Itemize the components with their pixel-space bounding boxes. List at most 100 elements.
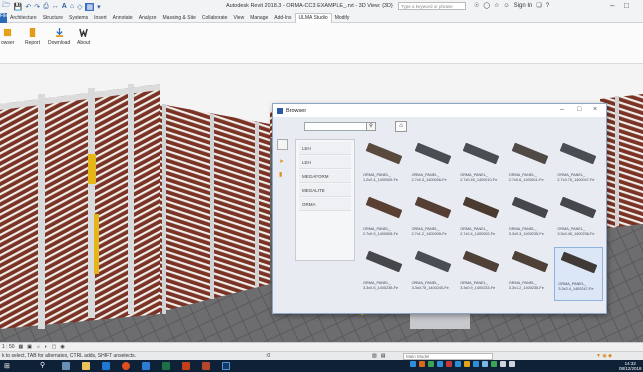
family-item[interactable]: ORMA_PANEL_ 3.3x0.9_1400233-Fe — [457, 247, 506, 301]
category-item[interactable]: LEH — [299, 142, 351, 155]
folder-icon[interactable]: ▮ — [279, 171, 284, 178]
taskbar-clock[interactable]: 14:32 08/12/2018 — [619, 361, 642, 371]
download-button[interactable]: Download — [48, 28, 70, 46]
family-item[interactable]: ORMA_PANEL_ 2.7x2.4_1400002-Fe — [457, 193, 506, 247]
open-icon[interactable]: 🗁 — [2, 1, 11, 12]
family-item[interactable]: ORMA_PANEL_ 1.2x2.4_1400005-Fe — [360, 139, 409, 193]
tray-app-icon[interactable] — [437, 361, 443, 367]
tray-app-icon[interactable] — [473, 361, 479, 367]
tab-collaborate[interactable]: Collaborate — [199, 15, 231, 21]
category-item[interactable]: LEH — [299, 156, 351, 169]
undo-icon[interactable]: ↶ — [25, 3, 31, 11]
print-icon[interactable]: ⎙ — [43, 3, 49, 11]
grid-view-button[interactable] — [277, 139, 288, 150]
redo-icon[interactable]: ↷ — [34, 3, 40, 11]
edge-icon[interactable] — [102, 362, 110, 370]
text-icon[interactable]: A — [62, 3, 67, 10]
chrome-icon[interactable] — [122, 362, 130, 370]
category-item[interactable]: MEGAFORM — [299, 170, 351, 183]
tab-file[interactable]: File — [0, 12, 8, 23]
tab-manage[interactable]: Manage — [247, 15, 271, 21]
shadows-icon[interactable]: ◐ — [45, 344, 48, 350]
family-item[interactable]: ORMA_PANEL_ 2.7x0.45_1400010-Fe — [457, 139, 506, 193]
restore-icon[interactable]: □ — [624, 1, 629, 10]
sign-in-link[interactable]: Sign In — [514, 3, 533, 9]
measure-icon[interactable]: ↔ — [52, 3, 59, 10]
cart-icon[interactable]: ❏ — [536, 2, 541, 9]
family-item[interactable]: ORMA_PANEL_ 3.3x0.45_1400236-Fe — [554, 193, 603, 247]
word-icon[interactable] — [142, 362, 150, 370]
view-scale[interactable]: 1 : 50 — [2, 344, 15, 350]
tray-app-icon[interactable] — [419, 361, 425, 367]
tab-view[interactable]: View — [230, 15, 247, 21]
start-icon[interactable]: ⊞ — [4, 362, 10, 370]
revit-icon[interactable] — [222, 362, 230, 370]
category-item[interactable]: MEGALITE — [299, 184, 351, 197]
visual-style-icon[interactable]: ▣ — [27, 344, 32, 350]
family-item[interactable]: ORMA_PANEL_ 3.3x2.4_1400247-Fe — [554, 247, 603, 301]
volume-icon[interactable] — [500, 361, 506, 367]
tab-ulma-studio[interactable]: ULMA Studio — [294, 12, 332, 23]
selection-icons[interactable]: ▼ ◉ ◆ — [596, 352, 612, 360]
home-button[interactable]: ⌂ — [395, 121, 407, 132]
tray-app-icon[interactable] — [410, 361, 416, 367]
search-input[interactable]: Type a keyword or phrase — [398, 2, 466, 10]
crop-view-icon[interactable]: ▢ — [52, 344, 57, 350]
family-item[interactable]: ORMA_PANEL_ 2.7x0.75_1400047-Fe — [554, 139, 603, 193]
family-item[interactable]: ORMA_PANEL_ 3.3x0.3_1400235-Fe — [506, 193, 555, 247]
outlook-icon[interactable] — [202, 362, 210, 370]
hide-isolate-icon[interactable]: ◉ — [60, 344, 64, 350]
tray-app-icon[interactable] — [428, 361, 434, 367]
family-item[interactable]: ORMA_PANEL_ 2.7x0.3_1400006-Fe — [409, 139, 458, 193]
family-item[interactable]: ORMA_PANEL_ 2.7x0.6_1400011-Fe — [506, 139, 555, 193]
active-model-field[interactable]: Main Model — [403, 353, 493, 360]
family-search-input[interactable] — [304, 122, 370, 131]
sun-path-icon[interactable]: ☼ — [36, 344, 41, 350]
family-item[interactable]: ORMA_PANEL_ 3.3x0.75_1400240-Fe — [409, 247, 458, 301]
search-icon[interactable]: ⚲ — [40, 361, 45, 369]
tray-app-icon[interactable] — [446, 361, 452, 367]
family-item[interactable]: ORMA_PANEL_ 3.3x1.2_1400235-Fe — [506, 247, 555, 301]
network-icon[interactable] — [509, 361, 515, 367]
customize-icon[interactable]: ▾ — [97, 3, 101, 11]
tab-structure[interactable]: Structure — [40, 15, 66, 21]
report-button[interactable]: Report — [25, 28, 40, 46]
detail-level-icon[interactable]: ▦ — [19, 344, 24, 350]
tab-analyze[interactable]: Analyze — [136, 15, 160, 21]
dialog-close-icon[interactable]: × — [593, 106, 597, 113]
about-button[interactable]: About — [77, 28, 90, 46]
binoculars-icon[interactable]: ☉ — [474, 2, 479, 9]
excel-icon[interactable] — [162, 362, 170, 370]
family-item[interactable]: ORMA_PANEL_ 2.7x0.9_1400008-Fe — [360, 193, 409, 247]
tray-app-icon[interactable] — [491, 361, 497, 367]
tab-architecture[interactable]: Architecture — [7, 15, 40, 21]
section-icon[interactable]: ◇ — [77, 3, 82, 11]
dialog-maximize-icon[interactable]: □ — [577, 106, 581, 113]
file-explorer-icon[interactable] — [82, 362, 90, 370]
minimize-icon[interactable]: – — [610, 1, 614, 10]
browser-button[interactable]: owser — [1, 28, 14, 46]
family-item[interactable]: ORMA_PANEL_ 3.3x0.6_1400238-Fe — [360, 247, 409, 301]
tray-app-icon[interactable] — [464, 361, 470, 367]
tab-insert[interactable]: Insert — [91, 15, 110, 21]
tab-systems[interactable]: Systems — [66, 15, 91, 21]
dialog-minimize-icon[interactable]: – — [560, 106, 564, 113]
powerpoint-icon[interactable] — [182, 362, 190, 370]
category-item[interactable]: ORMA — [299, 198, 351, 211]
search-button[interactable]: ⚲ — [366, 122, 376, 131]
save-icon[interactable]: 💾 — [14, 3, 23, 11]
family-item[interactable]: ORMA_PANEL_ 2.7x1.2_1400005-Fe — [409, 193, 458, 247]
user-icon[interactable]: ☺ — [504, 3, 510, 9]
close-hidden-icon[interactable]: ▦ — [85, 2, 95, 11]
help-icon[interactable]: ? — [546, 3, 549, 9]
tray-app-icon[interactable] — [482, 361, 488, 367]
tab-modify[interactable]: Modify — [332, 15, 353, 21]
tab-add-ins[interactable]: Add-Ins — [271, 15, 294, 21]
tray-app-icon[interactable] — [455, 361, 461, 367]
tab-massing-site[interactable]: Massing & Site — [160, 15, 199, 21]
star-icon[interactable]: ☆ — [494, 2, 499, 9]
task-view-icon[interactable] — [62, 362, 70, 370]
exchange-icon[interactable]: ◯ — [483, 2, 490, 9]
filter-icon[interactable]: ▧ — [372, 352, 377, 360]
design-options-icon[interactable]: ▤ — [381, 352, 386, 360]
